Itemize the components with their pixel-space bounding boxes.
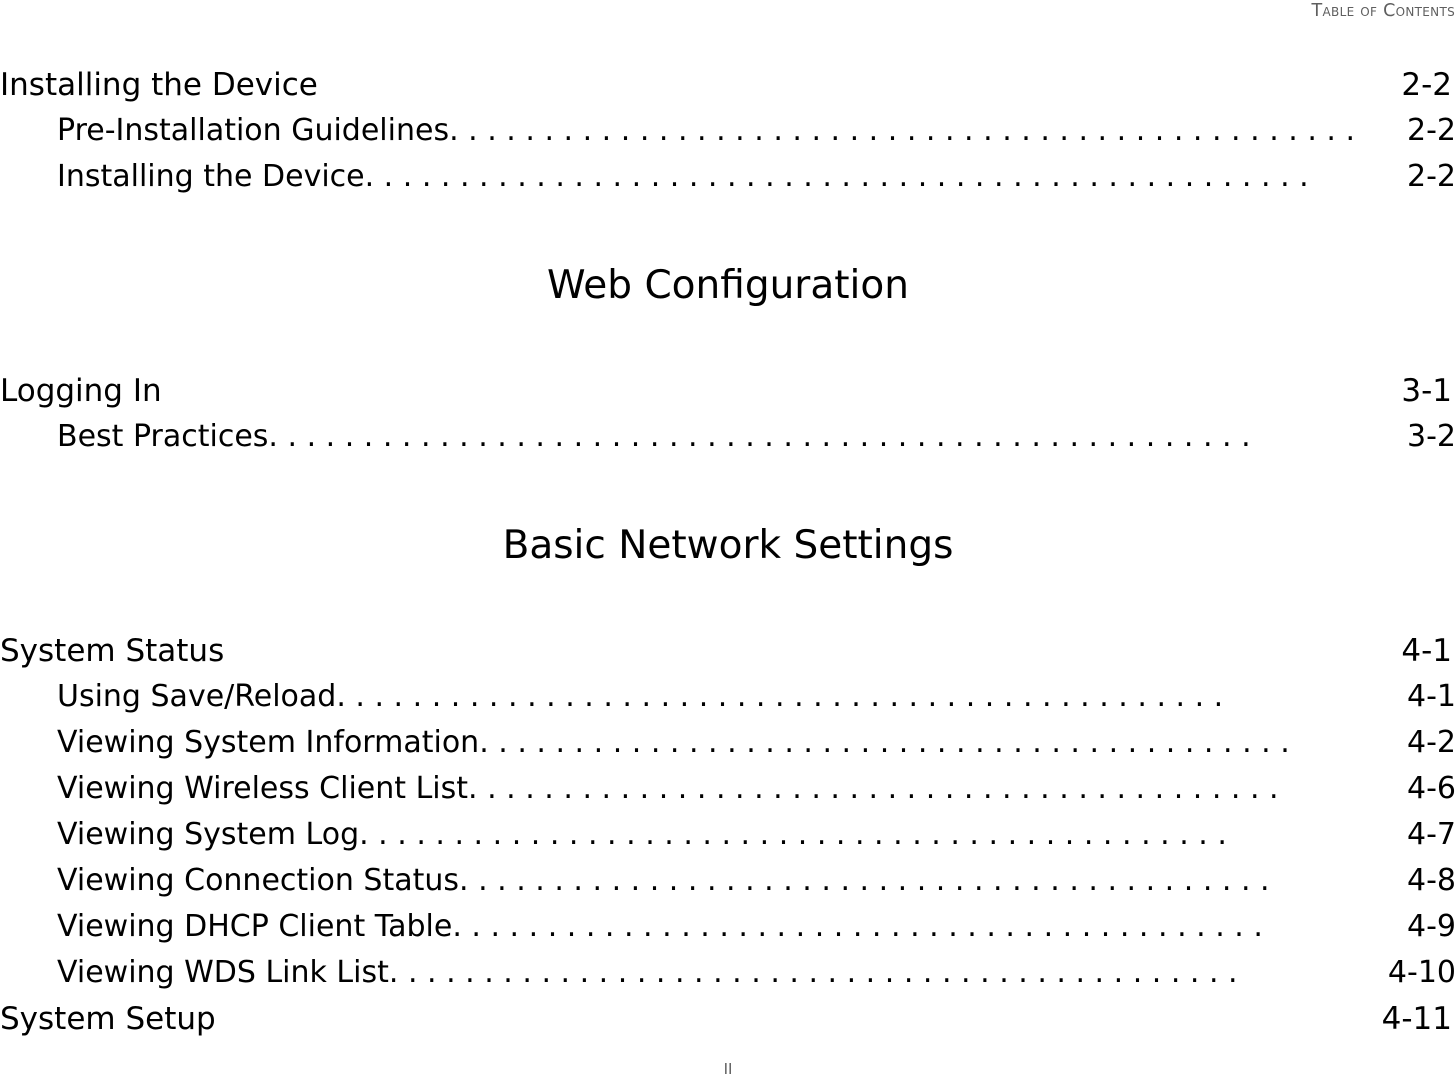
toc-entry-label: Installing the Device [0,67,318,103]
toc-entry-label: Installing the Device [57,159,365,194]
toc-dot-leader: . . . . . . . . . . . . . . . . . . . . … [336,679,1224,714]
toc-entry-label: System Setup [0,1001,216,1037]
toc-entry-label: Logging In [0,373,162,409]
toc-page-number: 2-2 [1407,113,1456,148]
toc-chapter-row[interactable]: System Status 4-1 [0,628,1456,674]
part-title-spacer-below [0,572,1456,628]
toc-chapter-row[interactable]: Installing the Device 2-2 [0,62,1456,108]
toc-section-row[interactable]: Viewing WDS Link List. . . . . . . . . .… [0,950,1456,996]
toc-page-number: 4-6 [1407,771,1456,806]
toc-page-number: 4-11 [1381,1001,1452,1037]
toc-entry-label: Viewing Wireless Client List [57,771,469,806]
part-title-spacer-above [0,200,1456,260]
toc-page-number: 3-2 [1407,419,1456,454]
toc-page-number: 3-1 [1401,373,1452,409]
toc-chapter-row[interactable]: Logging In 3-1 [0,368,1456,414]
toc-section-row[interactable]: Viewing Connection Status. . . . . . . .… [0,858,1456,904]
toc-dot-leader: . . . . . . . . . . . . . . . . . . . . … [364,159,1309,194]
part-title-spacer-below [0,312,1456,368]
toc-section-row[interactable]: Using Save/Reload. . . . . . . . . . . .… [0,674,1456,720]
toc-section-row[interactable]: Installing the Device. . . . . . . . . .… [0,154,1456,200]
toc-dot-leader: . . . . . . . . . . . . . . . . . . . . … [459,863,1270,898]
toc-dot-leader: . . . . . . . . . . . . . . . . . . . . … [479,725,1290,760]
toc-dot-leader: . . . . . . . . . . . . . . . . . . . . … [468,771,1279,806]
toc-entry-label: Viewing WDS Link List [57,955,389,990]
toc-page-number: 4-7 [1407,817,1456,852]
table-of-contents: Installing the Device 2-2 Pre-Installation… [0,62,1456,1042]
toc-section-row[interactable]: Viewing System Log. . . . . . . . . . . … [0,812,1456,858]
toc-entry-label: System Status [0,633,225,669]
toc-entry-label: Best Practices [57,419,269,454]
toc-entry-label: Viewing Connection Status [57,863,459,898]
part-title-spacer-above [0,460,1456,520]
page-folio-number: II [723,1060,733,1078]
toc-section-row[interactable]: Pre-Installation Guidelines. . . . . . .… [0,108,1456,154]
toc-dot-leader: . . . . . . . . . . . . . . . . . . . . … [388,955,1238,990]
toc-page-number: 4-10 [1387,955,1456,990]
running-head-text: Table of Contents [1311,1,1455,21]
toc-page-number: 4-1 [1401,633,1452,669]
toc-dot-leader: . . . . . . . . . . . . . . . . . . . . … [359,817,1227,852]
toc-section-row[interactable]: Viewing System Information. . . . . . . … [0,720,1456,766]
toc-chapter-row[interactable]: System Setup 4-11 [0,996,1456,1042]
toc-entry-label: Viewing System Information [57,725,480,760]
toc-page-number: 2-2 [1407,159,1456,194]
page-footer: II [0,1059,1456,1078]
toc-entry-label: Pre-Installation Guidelines [57,113,450,148]
toc-page-number: 4-1 [1407,679,1456,714]
toc-page-number: 4-2 [1407,725,1456,760]
toc-entry-label: Using Save/Reload [57,679,337,714]
toc-page-number: 4-9 [1407,909,1456,944]
toc-entry-label: Viewing System Log [57,817,360,852]
toc-dot-leader: . . . . . . . . . . . . . . . . . . . . … [452,909,1263,944]
toc-page-number: 4-8 [1407,863,1456,898]
toc-section-row[interactable]: Best Practices. . . . . . . . . . . . . … [0,414,1456,460]
toc-section-row[interactable]: Viewing Wireless Client List. . . . . . … [0,766,1456,812]
toc-entry-label: Viewing DHCP Client Table [57,909,453,944]
toc-dot-leader: . . . . . . . . . . . . . . . . . . . . … [449,113,1356,148]
part-title: Web Configuration [547,263,909,308]
page-running-header: Table of Contents [0,0,1456,26]
part-title: Basic Network Settings [502,523,954,568]
toc-page-number: 2-2 [1401,67,1452,103]
toc-section-row[interactable]: Viewing DHCP Client Table. . . . . . . .… [0,904,1456,950]
toc-dot-leader: . . . . . . . . . . . . . . . . . . . . … [268,419,1251,454]
